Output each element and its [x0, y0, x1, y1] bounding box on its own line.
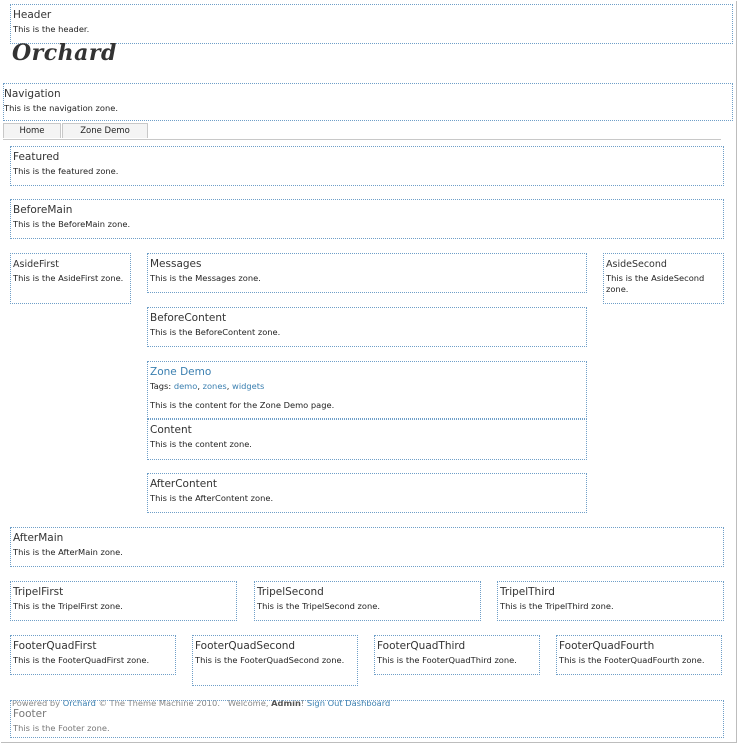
after-content-zone: AfterContent This is the AfterContent zo… [147, 473, 587, 513]
after-main-zone: AfterMain This is the AfterMain zone. [10, 527, 724, 567]
messages-zone: Messages This is the Messages zone. [147, 253, 587, 293]
zone-title: TripelThird [500, 586, 555, 598]
zone-description: This is the FooterQuadFourth zone. [559, 655, 705, 665]
zone-description: This is the AfterContent zone. [150, 493, 274, 503]
zone-description: This is the TripelSecond zone. [257, 601, 380, 611]
footer-quad-third-zone: FooterQuadThird This is the FooterQuadTh… [374, 635, 540, 675]
zone-description: This is the featured zone. [13, 166, 119, 176]
navigation-zone: Navigation This is the navigation zone. [3, 83, 733, 121]
zone-title: AfterMain [13, 532, 64, 544]
zone-title: Messages [150, 258, 202, 270]
footer-zone: Footer This is the Footer zone. [10, 700, 724, 738]
zone-description: This is the BeforeContent zone. [150, 327, 281, 337]
tab-zone-demo[interactable]: Zone Demo [62, 123, 148, 138]
zone-description: This is the FooterQuadSecond zone. [195, 655, 345, 665]
zone-description: This is the Footer zone. [13, 723, 110, 733]
site-logo[interactable]: Orchard [12, 40, 117, 66]
zone-title: Navigation [4, 88, 61, 100]
zone-title: Header [13, 9, 52, 21]
zone-title: Footer [13, 708, 47, 720]
content-item-zone: Zone Demo Tags: demo, zones, widgets Thi… [147, 361, 587, 419]
zone-title: Content [150, 424, 192, 436]
content-body: This is the content for the Zone Demo pa… [150, 400, 335, 410]
zone-description: This is the TripelThird zone. [500, 601, 614, 611]
before-main-zone: BeforeMain This is the BeforeMain zone. [10, 199, 724, 239]
zone-title: TripelSecond [257, 586, 324, 598]
zone-title: AsideSecond [606, 259, 667, 270]
tripel-second-zone: TripelSecond This is the TripelSecond zo… [254, 581, 481, 621]
zone-description: This is the header. [13, 24, 90, 34]
featured-zone: Featured This is the featured zone. [10, 146, 724, 186]
tag-link-widgets[interactable]: widgets [232, 381, 264, 391]
zone-title: FooterQuadThird [377, 640, 466, 652]
zone-description: This is the navigation zone. [4, 103, 118, 113]
aside-first-zone: AsideFirst This is the AsideFirst zone. [10, 253, 131, 304]
content-zone: Content This is the content zone. [147, 419, 587, 460]
zone-title: AsideFirst [13, 259, 59, 270]
tags-line: Tags: demo, zones, widgets [150, 381, 584, 391]
tripel-first-zone: TripelFirst This is the TripelFirst zone… [10, 581, 237, 621]
footer-quad-second-zone: FooterQuadSecond This is the FooterQuadS… [192, 635, 358, 686]
footer-quad-fourth-zone: FooterQuadFourth This is the FooterQuadF… [556, 635, 722, 675]
tags-label: Tags: [150, 381, 172, 391]
zone-description: This is the BeforeMain zone. [13, 219, 131, 229]
footer-quad-first-zone: FooterQuadFirst This is the FooterQuadFi… [10, 635, 176, 675]
tag-separator: , [197, 381, 200, 391]
zone-description: This is the content zone. [150, 439, 252, 449]
zone-title: BeforeMain [13, 204, 73, 216]
header-zone: Header This is the header. [10, 4, 733, 44]
zone-description: This is the Messages zone. [150, 273, 261, 283]
main-menu: Home Zone Demo [3, 123, 721, 140]
zone-description: This is the FooterQuadFirst zone. [13, 655, 150, 665]
tag-link-zones[interactable]: zones [203, 381, 227, 391]
zone-title: FooterQuadSecond [195, 640, 296, 652]
zone-description: This is the AfterMain zone. [13, 547, 123, 557]
zone-description: This is the AsideFirst zone. [13, 273, 124, 283]
tag-link-demo[interactable]: demo [174, 381, 198, 391]
zone-title: TripelFirst [13, 586, 64, 598]
tripel-third-zone: TripelThird This is the TripelThird zone… [497, 581, 724, 621]
tag-separator: , [226, 381, 230, 391]
zone-description: This is the FooterQuadThird zone. [377, 655, 517, 665]
content-item-title-link[interactable]: Zone Demo [150, 366, 584, 379]
zone-description: This is the TripelFirst zone. [13, 601, 123, 611]
zone-title: FooterQuadFourth [559, 640, 655, 652]
before-content-zone: BeforeContent This is the BeforeContent … [147, 307, 587, 347]
aside-second-zone: AsideSecond This is the AsideSecond zone… [603, 253, 724, 304]
zone-title: AfterContent [150, 478, 217, 490]
zone-description: This is the AsideSecond zone. [606, 273, 705, 294]
zone-title: BeforeContent [150, 312, 227, 324]
zone-title: FooterQuadFirst [13, 640, 97, 652]
tab-home[interactable]: Home [3, 123, 61, 138]
zone-title: Featured [13, 151, 60, 163]
